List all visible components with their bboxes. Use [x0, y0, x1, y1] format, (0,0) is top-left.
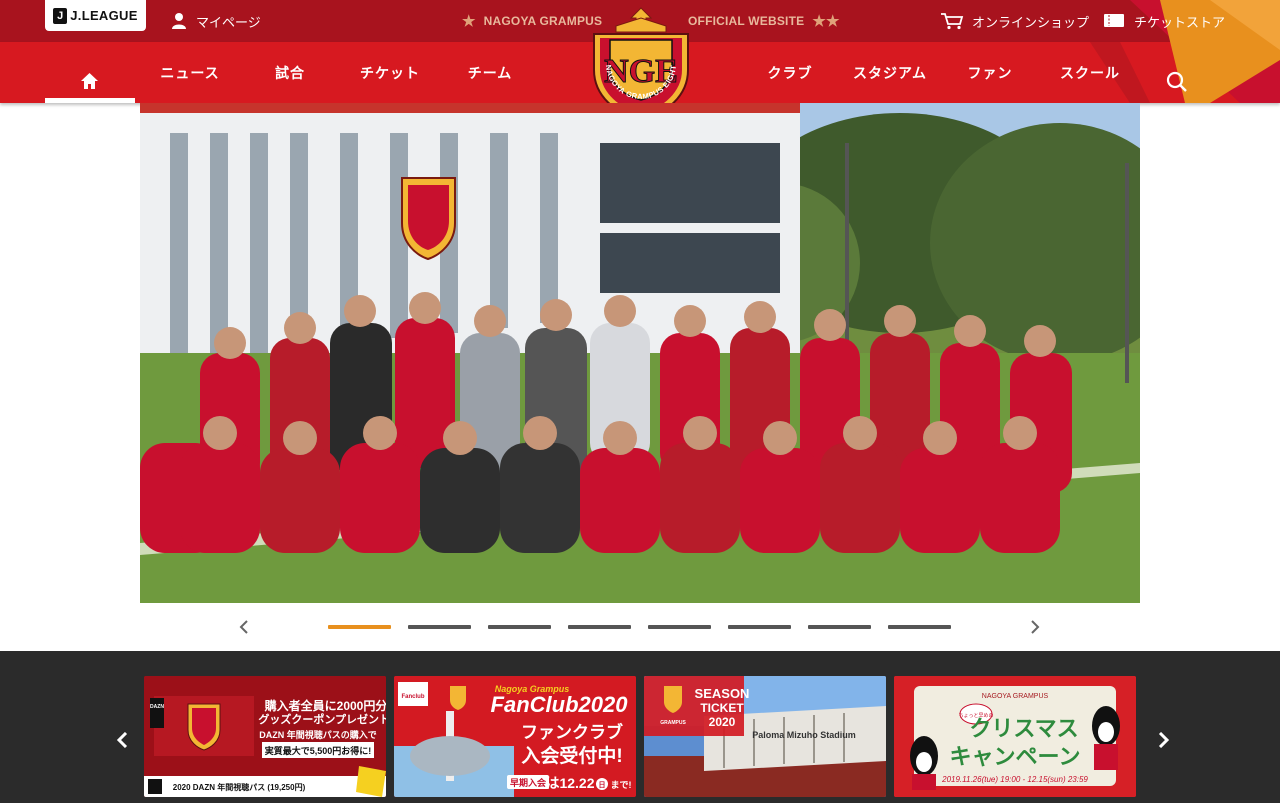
banner-next-button[interactable] — [1152, 728, 1176, 752]
nav-team-label: チーム — [467, 64, 513, 81]
season-ticket-banner-art: Paloma Mizuho Stadium GRAMPUS SEASON TIC… — [644, 676, 886, 797]
nav-stadium[interactable]: スタジアム — [845, 42, 935, 103]
pagination-dot[interactable] — [728, 625, 791, 629]
svg-text:ファンクラブ: ファンクラブ — [521, 722, 623, 742]
hero-next-button[interactable] — [1023, 615, 1047, 639]
brand-right: OFFICIAL WEBSITE ★★ — [688, 0, 848, 42]
pagination-dot[interactable] — [648, 625, 711, 629]
nav-ticket-label: チケット — [360, 64, 420, 81]
mypage-label: マイページ — [196, 14, 261, 30]
nav-news[interactable]: ニュース — [150, 42, 230, 103]
chevron-left-icon — [116, 732, 128, 748]
svg-text:グッズクーポンプレゼント!: グッズクーポンプレゼント! — [258, 712, 386, 726]
ticket-icon — [1104, 14, 1124, 27]
chevron-left-icon — [239, 620, 248, 634]
online-shop-link[interactable]: オンラインショップ — [940, 0, 1089, 42]
nav-stadium-label: スタジアム — [852, 64, 928, 81]
dazn-banner-art: DAZN 購入者全員に2000円分 グッズクーポンプレゼント! DAZN 年間視… — [144, 676, 386, 797]
banner-prev-button[interactable] — [110, 728, 134, 752]
svg-text:クリスマス: クリスマス — [969, 716, 1078, 741]
nav-match[interactable]: 試合 — [250, 42, 330, 103]
svg-text:FanClub2020: FanClub2020 — [491, 692, 629, 717]
user-icon — [172, 13, 186, 29]
banner-christmas[interactable]: NAGOYA GRAMPUS ちょっと早めの クリスマス キャンペーン 2019… — [894, 676, 1136, 797]
fanclub-banner-art: Fanclub Nagoya Grampus FanClub2020 ファンクラ… — [394, 676, 636, 797]
pagination-dot[interactable] — [328, 625, 391, 629]
jleague-mark-icon: J — [53, 7, 68, 24]
svg-text:実質最大で5,500円お得に!: 実質最大で5,500円お得に! — [265, 745, 372, 756]
pagination-dot[interactable] — [568, 625, 631, 629]
jleague-logo[interactable]: J J.LEAGUE — [45, 0, 146, 31]
svg-text:DAZN: DAZN — [150, 704, 164, 710]
chevron-right-icon — [1158, 732, 1170, 748]
search-icon — [1166, 71, 1187, 92]
banner-season-ticket[interactable]: Paloma Mizuho Stadium GRAMPUS SEASON TIC… — [644, 676, 886, 797]
brand-left: ★ NAGOYA GRAMPUS — [462, 0, 602, 42]
svg-text:TICKET: TICKET — [700, 701, 744, 715]
hero-prev-button[interactable] — [232, 615, 256, 639]
svg-text:は12.22: は12.22 — [545, 775, 594, 791]
pagination-dot[interactable] — [488, 625, 551, 629]
nav-school[interactable]: スクール — [1050, 42, 1130, 103]
ticket-store-link[interactable]: チケットストア — [1104, 0, 1225, 42]
brand-right-label: OFFICIAL WEBSITE — [688, 14, 805, 28]
nav-club-label: クラブ — [767, 64, 813, 81]
svg-text:入会受付中!: 入会受付中! — [521, 744, 622, 767]
search-button[interactable] — [1165, 70, 1189, 94]
pagination-dot[interactable] — [888, 625, 951, 629]
nav-ticket[interactable]: チケット — [350, 42, 430, 103]
team-photo — [140, 103, 1140, 603]
christmas-banner-art: NAGOYA GRAMPUS ちょっと早めの クリスマス キャンペーン 2019… — [894, 676, 1136, 797]
star-icon: ★ — [462, 13, 476, 30]
svg-text:2019.11.26(tue) 19:00 - 12.15(: 2019.11.26(tue) 19:00 - 12.15(sun) 23:59 — [941, 775, 1088, 784]
hero-slide[interactable] — [140, 103, 1140, 603]
nav-match-label: 試合 — [275, 64, 305, 81]
nav-fan-label: ファン — [967, 64, 1013, 81]
nav-fan[interactable]: ファン — [950, 42, 1030, 103]
nav-team[interactable]: チーム — [450, 42, 530, 103]
svg-text:GRAMPUS: GRAMPUS — [660, 720, 686, 726]
brand-left-label: NAGOYA GRAMPUS — [483, 14, 603, 28]
svg-text:早期入会: 早期入会 — [510, 777, 547, 788]
svg-text:購入者全員に2000円分: 購入者全員に2000円分 — [264, 698, 386, 713]
hero-pagination — [328, 625, 951, 629]
home-icon — [81, 73, 98, 89]
active-tab-indicator — [45, 98, 135, 103]
banner-fanclub[interactable]: Fanclub Nagoya Grampus FanClub2020 ファンクラ… — [394, 676, 636, 797]
svg-text:2020: 2020 — [709, 715, 736, 729]
svg-text:キャンペーン: キャンペーン — [950, 744, 1081, 769]
svg-text:2020 DAZN 年間視聴パス (19,250円): 2020 DAZN 年間視聴パス (19,250円) — [173, 782, 306, 792]
svg-text:Paloma Mizuho Stadium: Paloma Mizuho Stadium — [752, 730, 856, 740]
svg-text:NAGOYA GRAMPUS: NAGOYA GRAMPUS — [982, 693, 1049, 700]
pagination-dot[interactable] — [408, 625, 471, 629]
svg-text:日: 日 — [599, 781, 606, 789]
nav-home[interactable] — [45, 42, 135, 103]
nav-school-label: スクール — [1060, 64, 1120, 81]
svg-text:まで!: まで! — [611, 780, 632, 790]
mypage-link[interactable]: マイページ — [170, 0, 261, 42]
ticket-store-label: チケットストア — [1134, 14, 1226, 30]
svg-text:DAZN 年間視聴パスの購入で: DAZN 年間視聴パスの購入で — [259, 729, 377, 740]
cart-icon — [941, 13, 964, 30]
double-star-icon: ★★ — [812, 13, 840, 30]
svg-text:Fanclub: Fanclub — [401, 694, 424, 700]
pagination-dot[interactable] — [808, 625, 871, 629]
svg-text:SEASON: SEASON — [695, 686, 750, 701]
nav-news-label: ニュース — [160, 64, 220, 81]
online-shop-label: オンラインショップ — [972, 14, 1090, 30]
nav-club[interactable]: クラブ — [750, 42, 830, 103]
chevron-right-icon — [1031, 620, 1040, 634]
jleague-label: J.LEAGUE — [70, 8, 138, 23]
banner-dazn[interactable]: DAZN 購入者全員に2000円分 グッズクーポンプレゼント! DAZN 年間視… — [144, 676, 386, 797]
